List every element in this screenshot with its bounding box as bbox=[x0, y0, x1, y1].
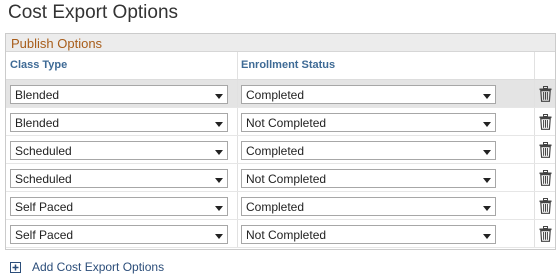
chevron-down-icon bbox=[483, 206, 491, 211]
enrollment-status-select[interactable]: Not Completed bbox=[241, 169, 496, 188]
column-divider bbox=[237, 220, 238, 247]
class-type-select[interactable]: Self Paced bbox=[10, 197, 228, 216]
class-type-select[interactable]: Blended bbox=[10, 113, 228, 132]
plus-icon[interactable] bbox=[10, 262, 21, 273]
class-type-value: Blended bbox=[15, 88, 60, 102]
chevron-down-icon bbox=[215, 150, 223, 155]
column-header-enrollment-status[interactable]: Enrollment Status bbox=[241, 59, 335, 71]
enrollment-status-value: Completed bbox=[246, 144, 305, 158]
add-cost-export-options-link[interactable]: Add Cost Export Options bbox=[32, 260, 164, 274]
grid-row: Self Paced Not Completed bbox=[6, 220, 555, 248]
grid-row: Blended Not Completed bbox=[6, 108, 555, 136]
chevron-down-icon bbox=[483, 150, 491, 155]
enrollment-status-select[interactable]: Completed bbox=[241, 85, 496, 104]
class-type-value: Blended bbox=[15, 116, 60, 130]
enrollment-status-value: Completed bbox=[246, 200, 305, 214]
trash-icon[interactable] bbox=[539, 226, 552, 242]
class-type-value: Self Paced bbox=[15, 228, 74, 242]
grid-row: Scheduled Completed bbox=[6, 136, 555, 164]
trash-icon[interactable] bbox=[539, 170, 552, 186]
grid-title: Publish Options bbox=[6, 34, 555, 52]
trash-icon[interactable] bbox=[539, 198, 552, 214]
publish-options-grid: Publish Options Class Type Enrollment St… bbox=[5, 33, 556, 250]
enrollment-status-value: Completed bbox=[246, 88, 305, 102]
enrollment-status-select[interactable]: Not Completed bbox=[241, 113, 496, 132]
column-header-class-type[interactable]: Class Type bbox=[10, 59, 67, 71]
class-type-select[interactable]: Scheduled bbox=[10, 169, 228, 188]
trash-icon[interactable] bbox=[539, 142, 552, 158]
trash-icon[interactable] bbox=[539, 86, 552, 102]
chevron-down-icon bbox=[215, 122, 223, 127]
chevron-down-icon bbox=[483, 178, 491, 183]
class-type-select[interactable]: Self Paced bbox=[10, 225, 228, 244]
column-divider bbox=[237, 108, 238, 135]
enrollment-status-select[interactable]: Not Completed bbox=[241, 225, 496, 244]
grid-header: Class Type Enrollment Status bbox=[6, 52, 555, 80]
enrollment-status-value: Not Completed bbox=[246, 116, 327, 130]
column-divider bbox=[237, 80, 238, 107]
trash-icon[interactable] bbox=[539, 114, 552, 130]
chevron-down-icon bbox=[215, 178, 223, 183]
column-divider bbox=[534, 192, 535, 219]
enrollment-status-select[interactable]: Completed bbox=[241, 197, 496, 216]
column-divider bbox=[237, 192, 238, 219]
grid-row: Self Paced Completed bbox=[6, 192, 555, 220]
chevron-down-icon bbox=[215, 206, 223, 211]
class-type-value: Self Paced bbox=[15, 200, 74, 214]
column-divider bbox=[534, 136, 535, 163]
page-title: Cost Export Options bbox=[8, 2, 179, 23]
column-divider bbox=[534, 52, 535, 79]
column-divider bbox=[237, 136, 238, 163]
column-divider bbox=[534, 220, 535, 247]
column-divider bbox=[534, 80, 535, 107]
chevron-down-icon bbox=[483, 94, 491, 99]
column-divider bbox=[534, 108, 535, 135]
class-type-value: Scheduled bbox=[15, 172, 72, 186]
grid-row: Blended Completed bbox=[6, 80, 555, 108]
chevron-down-icon bbox=[483, 234, 491, 239]
column-divider bbox=[237, 52, 238, 79]
chevron-down-icon bbox=[215, 234, 223, 239]
class-type-value: Scheduled bbox=[15, 144, 72, 158]
class-type-select[interactable]: Scheduled bbox=[10, 141, 228, 160]
enrollment-status-value: Not Completed bbox=[246, 228, 327, 242]
column-divider bbox=[237, 164, 238, 191]
enrollment-status-value: Not Completed bbox=[246, 172, 327, 186]
column-divider bbox=[534, 164, 535, 191]
class-type-select[interactable]: Blended bbox=[10, 85, 228, 104]
enrollment-status-select[interactable]: Completed bbox=[241, 141, 496, 160]
chevron-down-icon bbox=[483, 122, 491, 127]
chevron-down-icon bbox=[215, 94, 223, 99]
grid-row: Scheduled Not Completed bbox=[6, 164, 555, 192]
